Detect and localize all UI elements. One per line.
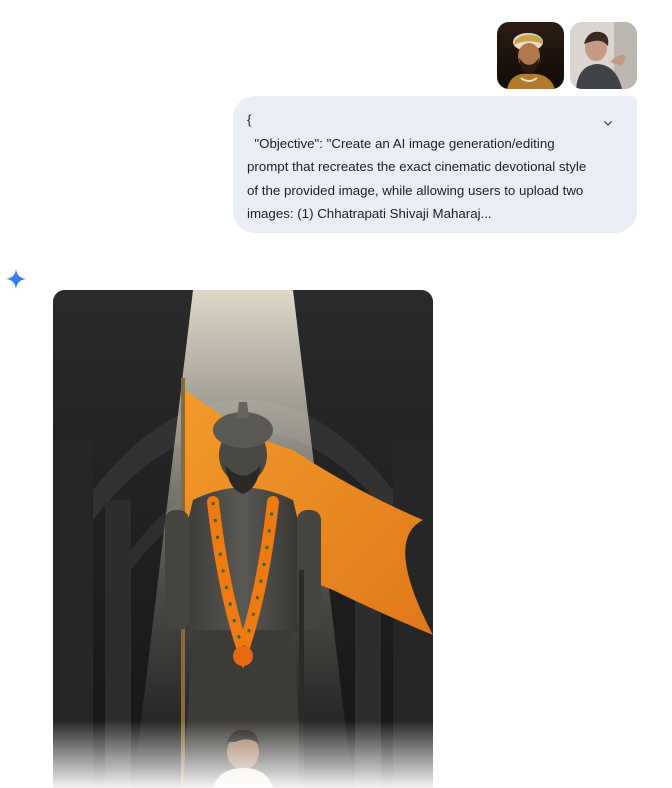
attachment-thumbnail-shivaji[interactable] <box>497 22 564 89</box>
gemini-sparkle-icon <box>5 268 27 290</box>
user-message-text: { "Objective": "Create an AI image gener… <box>247 112 587 222</box>
generated-statue-image <box>53 290 433 788</box>
expand-message-button[interactable] <box>597 112 619 134</box>
generated-image[interactable] <box>53 290 433 788</box>
attachment-thumbnail-user[interactable] <box>570 22 637 89</box>
user-photo-image <box>570 22 637 89</box>
user-message-bubble: { "Objective": "Create an AI image gener… <box>233 96 637 233</box>
chevron-down-icon <box>604 121 612 126</box>
shivaji-portrait-image <box>497 22 564 89</box>
